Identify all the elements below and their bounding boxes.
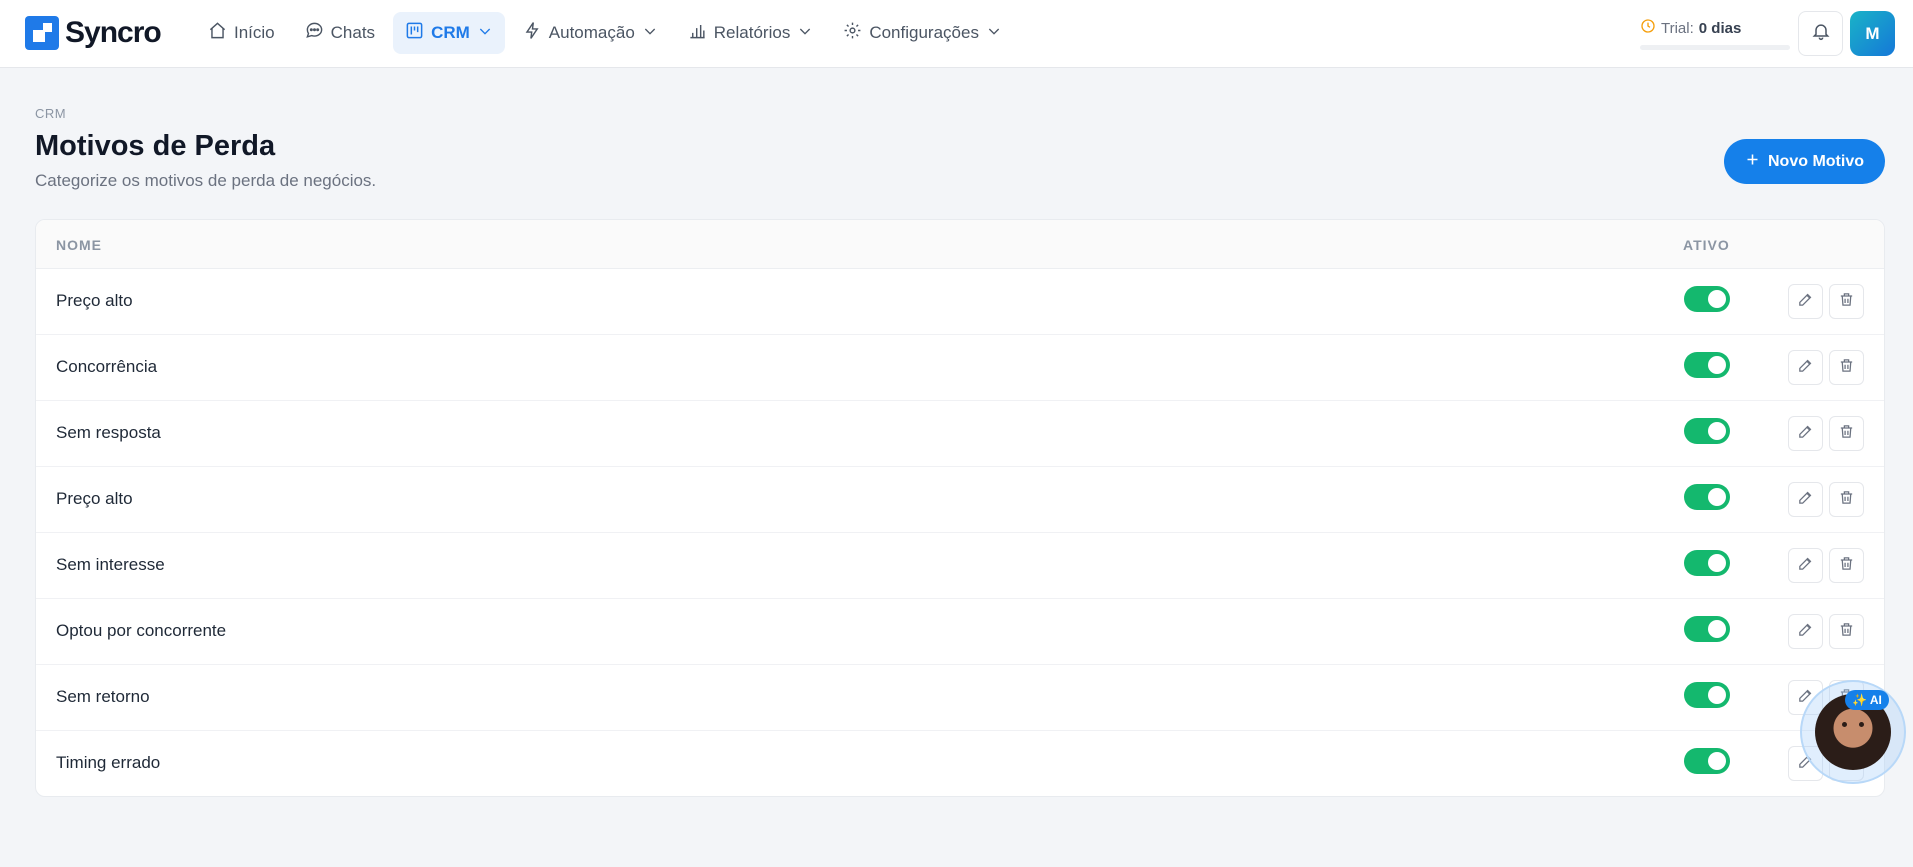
trash-icon [1838,423,1855,445]
table-row: Sem retorno [36,665,1884,731]
reason-name: Timing errado [56,753,161,772]
nav-label-automacao: Automação [548,23,635,42]
nav-item-automacao[interactable]: Automação [511,12,670,54]
table-row: Preço alto [36,269,1884,335]
delete-button[interactable] [1829,350,1864,385]
active-toggle[interactable] [1684,682,1730,708]
pencil-icon [1797,621,1814,643]
loss-reasons-table: NOME ATIVO Preço alto Concorrência Sem res… [35,219,1885,797]
nav-item-chats[interactable]: Chats [293,12,387,54]
chevron-down-icon [986,23,1002,44]
breadcrumb: CRM [35,106,67,121]
table-row: Preço alto [36,467,1884,533]
active-toggle[interactable] [1684,484,1730,510]
nav-label-crm: CRM [431,23,470,42]
edit-button[interactable] [1788,416,1823,451]
edit-button[interactable] [1788,482,1823,517]
edit-button[interactable] [1788,350,1823,385]
reason-name: Sem interesse [56,555,165,574]
chat-icon [305,21,324,45]
trash-icon [1838,357,1855,379]
brand-logo[interactable]: Syncro [25,16,162,50]
reason-name: Optou por concorrente [56,621,227,640]
trial-progress-bar [1640,45,1790,50]
reason-name: Sem retorno [56,687,150,706]
trash-icon [1838,291,1855,313]
edit-button[interactable] [1788,614,1823,649]
trial-indicator: Trial: 0 dias [1640,18,1790,50]
trash-icon [1838,621,1855,643]
top-navbar: Syncro Início Chats CRM Automação Relató… [0,0,1913,68]
nav-label-configuracoes: Configurações [869,23,979,42]
pencil-icon [1797,489,1814,511]
trial-days: 0 dias [1698,19,1742,37]
nav-label-inicio: Início [234,23,275,42]
delete-button[interactable] [1829,614,1864,649]
reason-name: Preço alto [56,291,133,310]
table-row: Sem resposta [36,401,1884,467]
active-toggle[interactable] [1684,748,1730,774]
clock-icon [1640,18,1656,38]
ai-badge: ✨ AI [1845,690,1889,710]
nav-label-chats: Chats [330,23,376,42]
nav-item-inicio[interactable]: Início [196,12,287,54]
pencil-icon [1797,423,1814,445]
nav-label-relatorios: Relatórios [713,23,791,42]
new-reason-button[interactable]: Novo Motivo [1724,139,1885,184]
nav-item-crm[interactable]: CRM [393,12,505,54]
table-row: Concorrência [36,335,1884,401]
trash-icon [1838,555,1855,577]
active-toggle[interactable] [1684,616,1730,642]
nav-item-configuracoes[interactable]: Configurações [831,12,1014,54]
active-toggle[interactable] [1684,352,1730,378]
delete-button[interactable] [1829,416,1864,451]
chevron-down-icon [477,23,493,44]
nav-item-relatorios[interactable]: Relatórios [676,12,826,54]
home-icon [208,21,227,45]
table-row: Sem interesse [36,533,1884,599]
gear-icon [843,21,862,45]
pencil-icon [1797,555,1814,577]
user-avatar[interactable]: M [1850,11,1895,56]
bolt-icon [523,21,542,45]
reason-name: Concorrência [56,357,158,376]
delete-button[interactable] [1829,548,1864,583]
notifications-button[interactable] [1798,11,1843,56]
main-nav: Início Chats CRM Automação Relatórios Co… [196,12,1014,54]
table-header: NOME ATIVO [36,220,1884,269]
page-subtitle: Categorize os motivos de perda de negóci… [35,171,377,190]
plus-icon [1745,152,1760,172]
delete-button[interactable] [1829,284,1864,319]
new-reason-label: Novo Motivo [1768,152,1864,170]
pencil-icon [1797,291,1814,313]
edit-button[interactable] [1788,548,1823,583]
pencil-icon [1797,357,1814,379]
reason-name: Sem resposta [56,423,161,442]
reason-name: Preço alto [56,489,133,508]
page-title: Motivos de Perda [35,130,276,162]
logo-mark-icon [25,16,59,50]
bar-chart-icon [688,21,707,45]
delete-button[interactable] [1829,482,1864,517]
active-toggle[interactable] [1684,550,1730,576]
active-toggle[interactable] [1684,418,1730,444]
kanban-icon [405,21,424,45]
bell-icon [1811,21,1831,46]
trial-label: Trial: [1661,19,1694,37]
brand-name: Syncro [65,16,162,49]
table-row: Optou por concorrente [36,599,1884,665]
column-header-name: NOME [56,237,102,253]
table-row: Timing errado [36,731,1884,796]
chevron-down-icon [642,23,658,44]
trash-icon [1838,489,1855,511]
chevron-down-icon [797,23,813,44]
column-header-active: ATIVO [1683,237,1730,253]
active-toggle[interactable] [1684,286,1730,312]
edit-button[interactable] [1788,284,1823,319]
